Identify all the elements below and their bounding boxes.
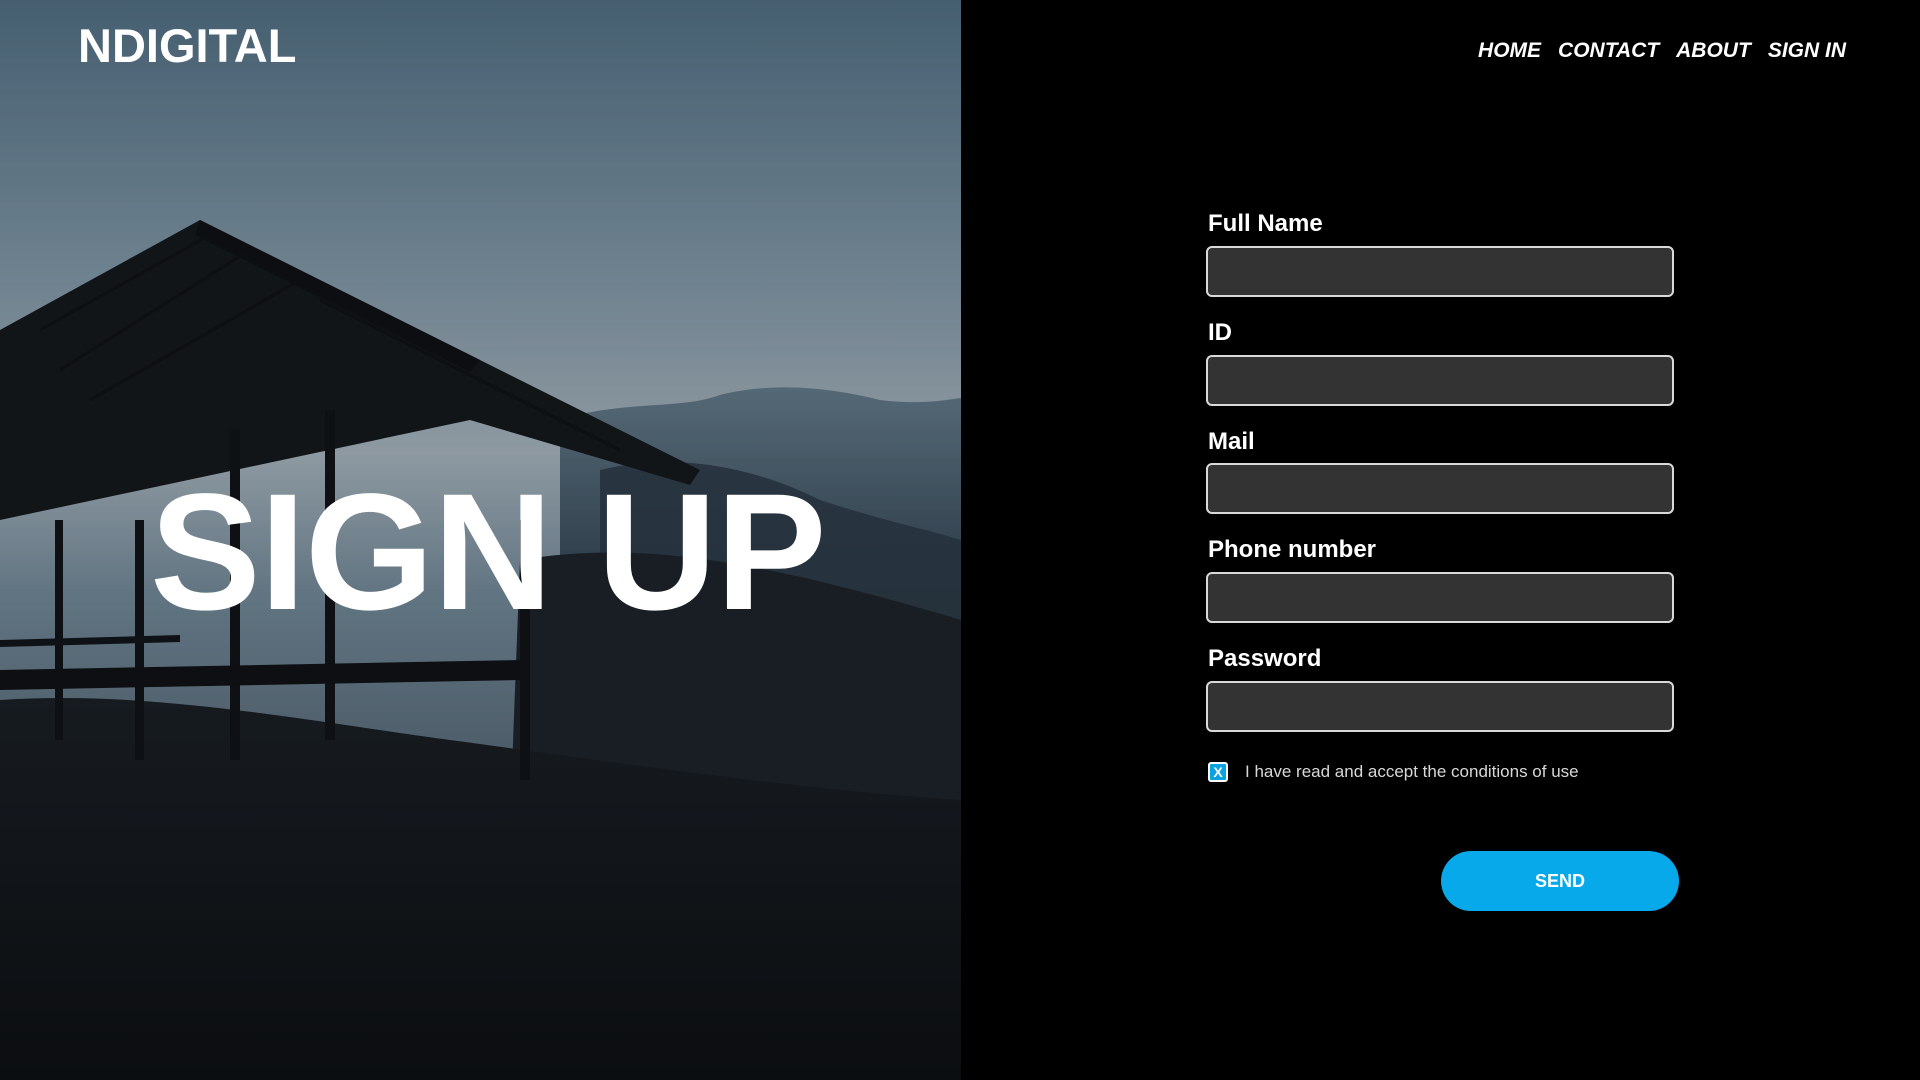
id-input[interactable] [1206,354,1674,406]
nav-link-about[interactable]: ABOUT [1676,38,1751,63]
full-name-label: Full Name [1208,210,1323,237]
signup-form: Full Name ID Mail Phone number Password … [1206,210,1679,911]
signup-panel: HOME CONTACT ABOUT SIGN IN Full Name ID … [961,0,1920,1080]
terms-label: I have read and accept the conditions of… [1245,761,1579,781]
terms-checkbox[interactable]: X [1208,761,1228,782]
hero-title: SIGN UP [150,460,827,645]
terms-row: X I have read and accept the conditions … [1206,761,1676,782]
full-name-input[interactable] [1206,245,1674,297]
top-nav: HOME CONTACT ABOUT SIGN IN [1478,38,1846,63]
mail-field-group: Mail [1206,428,1676,515]
signup-page: NDIGITAL SIGN UP HOME CONTACT ABOUT SIGN… [0,0,1920,1080]
mail-input[interactable] [1206,463,1674,515]
id-label: ID [1208,318,1232,346]
brand-logo[interactable]: NDIGITAL [78,22,296,69]
nav-link-home[interactable]: HOME [1478,38,1541,63]
password-input[interactable] [1206,680,1674,732]
id-field-group: ID [1206,319,1676,406]
hero-panel: NDIGITAL SIGN UP [0,0,961,1080]
phone-field-group: Phone number [1206,536,1676,624]
send-button[interactable]: SEND [1441,851,1679,911]
phone-number-label: Phone number [1208,536,1377,564]
nav-link-contact[interactable]: CONTACT [1558,38,1659,63]
mail-label: Mail [1208,427,1255,455]
password-label: Password [1208,645,1322,673]
phone-number-input[interactable] [1206,572,1674,624]
full-name-field-group: Full Name [1206,210,1676,297]
nav-link-sign-in[interactable]: SIGN IN [1768,38,1846,63]
password-field-group: Password [1206,645,1676,732]
